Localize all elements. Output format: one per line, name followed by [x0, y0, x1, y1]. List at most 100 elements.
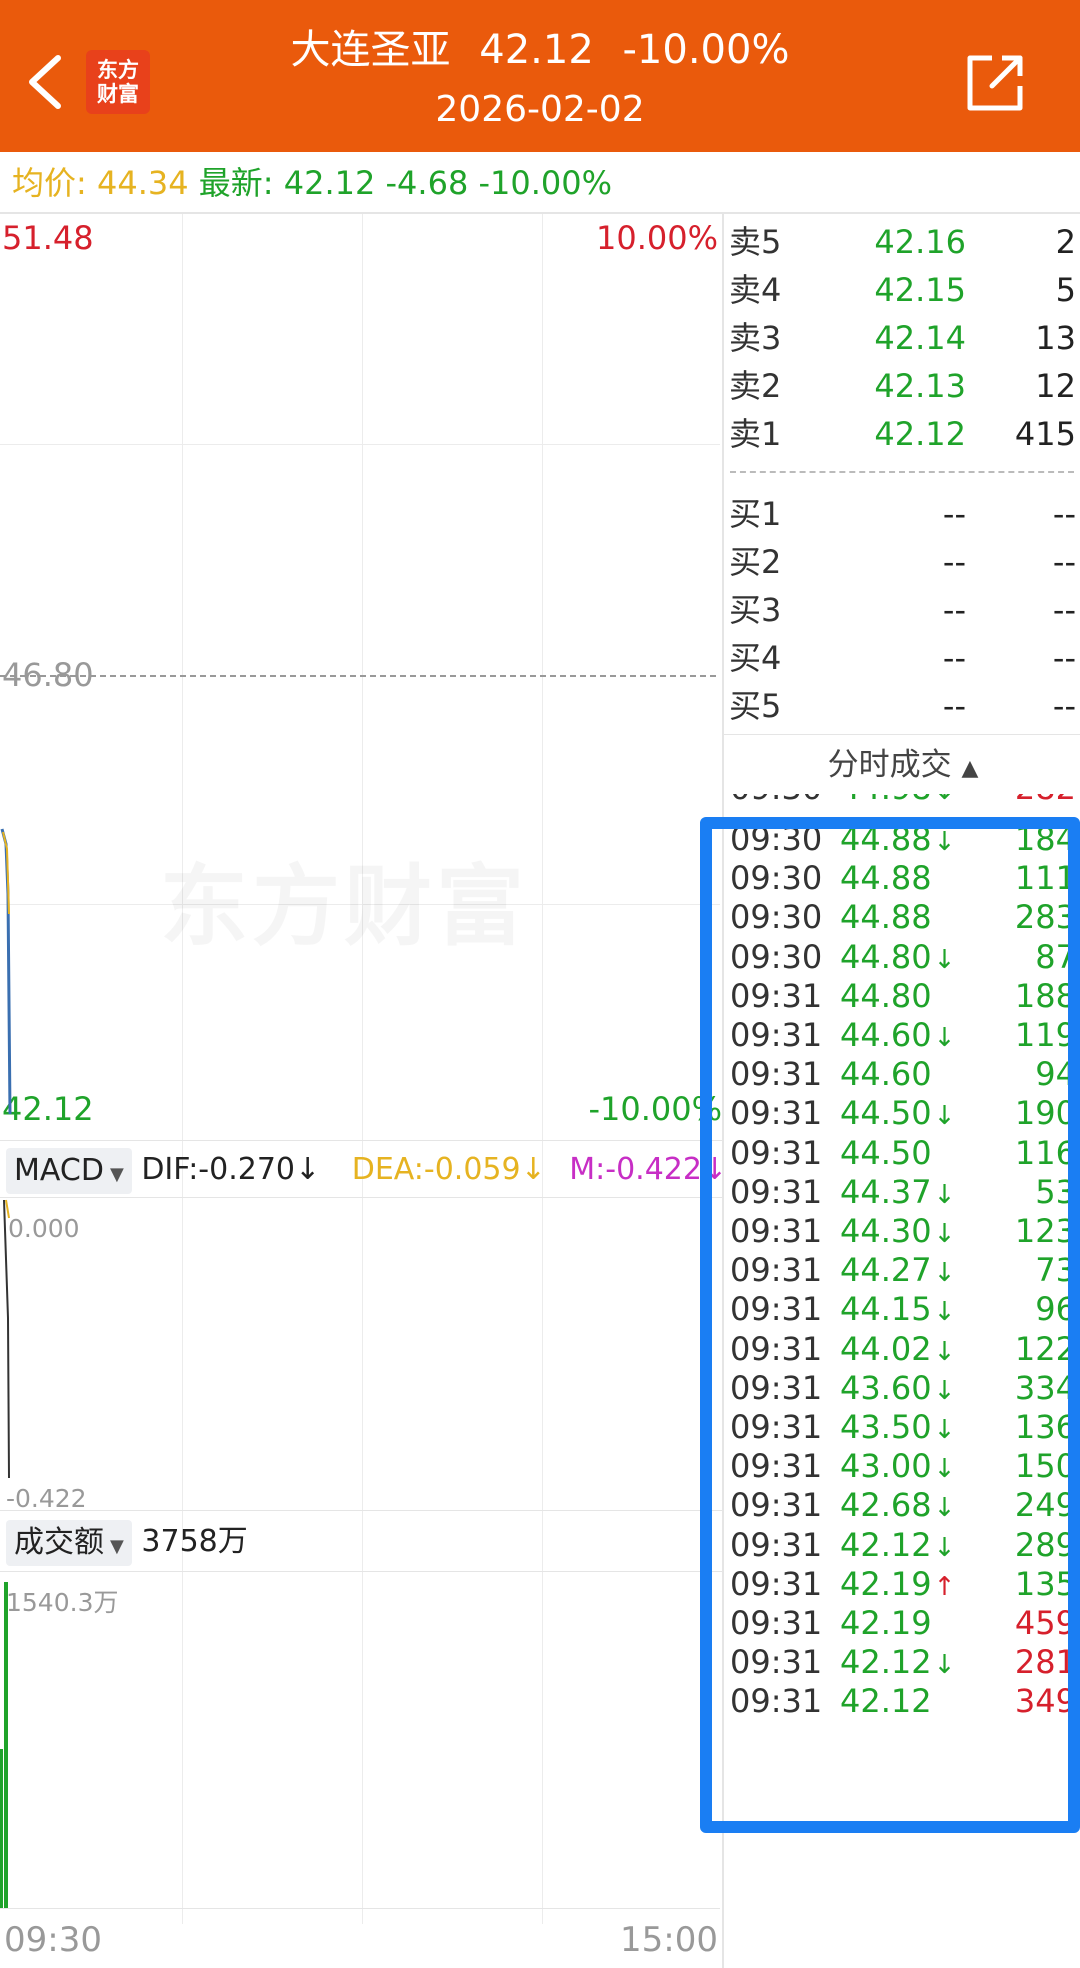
bid-price: -- — [942, 687, 966, 725]
bid-level-label: 买1 — [729, 495, 782, 533]
avg-price-value: 44.34 — [96, 164, 189, 202]
tick-volume: 282 — [1015, 794, 1076, 813]
arrow-down-icon: ↓ — [934, 794, 956, 806]
tick-price-value: 44.27 — [840, 1251, 932, 1290]
latest-label: 最新: — [198, 164, 274, 202]
tick-time: 09:31 — [730, 1682, 823, 1721]
bid-price: -- — [942, 543, 966, 581]
change-pct: -10.00% — [478, 164, 613, 202]
tick-price-value: 44.50 — [840, 1094, 932, 1133]
tick-price-value: 44.88 — [840, 859, 932, 898]
change-value: -4.68 — [385, 164, 469, 202]
prev-close-line — [0, 675, 716, 677]
tick-price-value: 43.00 — [840, 1447, 932, 1486]
ask-level-label: 卖5 — [729, 223, 782, 261]
tick-price-value: 42.68 — [840, 1486, 932, 1525]
bid-price: -- — [942, 591, 966, 629]
tick-price-value: 43.50 — [840, 1408, 932, 1446]
tick-price-value: 44.15 — [840, 1290, 932, 1329]
bid-row[interactable]: 买3 -- -- — [724, 586, 1080, 634]
arrow-up-icon: ↑ — [933, 1571, 956, 1602]
price-line — [0, 828, 12, 1115]
grid-line — [542, 214, 543, 1924]
tick-price-value: 44.30 — [840, 1212, 932, 1250]
ask-level-label: 卖2 — [729, 367, 782, 405]
tick-price-value: 44.88 — [840, 820, 932, 858]
ask-volume: 415 — [1014, 415, 1076, 453]
tick-price-value: 44.37 — [840, 1172, 932, 1211]
pct-high-label: 10.00% — [595, 219, 718, 257]
tick-price-value: 44.98 — [840, 794, 932, 807]
macd-lines — [3, 1199, 10, 1479]
arrow-down-icon: ↓ — [933, 1415, 956, 1445]
volume-total: 3758万 — [141, 1524, 248, 1559]
macd-m: M:-0.422 — [569, 1152, 702, 1187]
ask-row[interactable]: 卖5 42.16 2 — [724, 218, 1080, 266]
ask-volume: 5 — [1055, 271, 1076, 309]
bid-price: -- — [942, 495, 966, 533]
bid-volume: -- — [1052, 687, 1076, 725]
volume-selector[interactable]: 成交额 ▼ — [6, 1519, 132, 1566]
grid-line — [0, 904, 720, 905]
bid-row[interactable]: 买2 -- -- — [724, 538, 1080, 586]
bid-price: -- — [942, 639, 966, 677]
grid-line — [362, 214, 363, 1924]
indicator-selector[interactable]: MACD ▼ — [6, 1147, 132, 1194]
ticks-header-label: 分时成交 — [827, 747, 952, 783]
order-book-panel: 卖5 42.16 2 卖4 42.15 5 卖3 42.14 13 卖2 42.13 12 卖1 42.1… — [722, 214, 1080, 1968]
ask-row[interactable]: 卖4 42.15 5 — [724, 266, 1080, 314]
ask-price: 42.15 — [874, 271, 966, 309]
ask-price: 42.16 — [874, 223, 966, 261]
ask-level-label: 卖1 — [729, 415, 782, 453]
tick-price-value: 42.12 — [840, 1643, 932, 1682]
bid-row[interactable]: 买1 -- -- — [724, 490, 1080, 538]
tick-price-value: 42.12 — [840, 1525, 932, 1564]
trade-date: 2026-02-02 — [435, 89, 645, 130]
tick-price-value: 44.60 — [840, 1055, 932, 1094]
arrow-down-icon: ↓ — [933, 1258, 956, 1289]
bid-level-label: 买5 — [729, 687, 782, 725]
arrow-down-icon: ↓ — [933, 827, 956, 857]
macd-dif: DIF:-0.270 — [141, 1152, 296, 1187]
macd-indicator-bar: MACD ▼ DIF:-0.270↓ DEA:-0.059↓ M:-0.422↓ — [0, 1140, 727, 1198]
ask-price: 42.14 — [874, 319, 966, 357]
ticks-header[interactable]: 分时成交 ▲ — [724, 734, 1080, 794]
pct-low-label: -10.00% — [588, 1090, 722, 1128]
arrow-down-icon: ↓ — [933, 1375, 956, 1406]
bid-row[interactable]: 买5 -- -- — [724, 682, 1080, 730]
volume-bar — [4, 1582, 8, 1908]
tick-price-value: 44.02 — [840, 1329, 932, 1368]
tick-price-value: 44.80 — [840, 937, 932, 976]
arrow-down-icon: ↓ — [933, 1493, 956, 1524]
ask-row[interactable]: 卖3 42.14 13 — [724, 314, 1080, 362]
ask-level-label: 卖3 — [729, 319, 782, 357]
arrow-down-icon: ↓ — [933, 1650, 956, 1681]
tick-price: 44.98↓ — [840, 794, 955, 816]
tick-list[interactable]: 09:3044.98↓28209:3044.88↓18409:3044.8811… — [724, 794, 1080, 1968]
bid-row[interactable]: 买4 -- -- — [724, 634, 1080, 682]
ask-price: 42.13 — [874, 367, 966, 405]
caret-down-icon: ▼ — [109, 1163, 124, 1185]
stock-name: 大连圣亚 — [290, 27, 451, 73]
tick-row: 09:31 42.12 349 — [724, 1677, 1080, 1726]
tick-price-value: 42.19 — [840, 1564, 932, 1603]
arrow-down-icon: ↓ — [933, 1336, 956, 1367]
bid-level-label: 买3 — [729, 591, 782, 629]
arrow-down-icon: ↓ — [933, 1023, 956, 1053]
tick-price-value: 42.19 — [840, 1604, 932, 1642]
tick-row: 09:30 44.98↓ 282 — [724, 794, 1080, 813]
macd-dea: DEA:-0.059 — [351, 1152, 521, 1187]
arrow-down-icon: ↓ — [933, 1297, 956, 1328]
tick-price-value: 42.12 — [840, 1682, 932, 1721]
bid-volume: -- — [1052, 639, 1076, 677]
top-bar: 东方 财富 大连圣亚 42.12 -10.00% 2026-02-02 — [0, 0, 1080, 152]
time-end-label: 15:00 — [620, 1920, 718, 1960]
chart-bottom-border — [0, 1908, 720, 1909]
stock-price: 42.12 — [479, 27, 594, 73]
ask-row[interactable]: 卖1 42.12 415 — [724, 410, 1080, 458]
time-start-label: 09:30 — [4, 1920, 102, 1960]
ask-row[interactable]: 卖2 42.13 12 — [724, 362, 1080, 410]
intraday-chart[interactable]: 东方财富 51.48 10.00% 46.80 42.12 -10.00% MA… — [0, 214, 727, 1960]
share-icon[interactable] — [962, 50, 1028, 116]
ask-volume: 13 — [1035, 319, 1076, 357]
